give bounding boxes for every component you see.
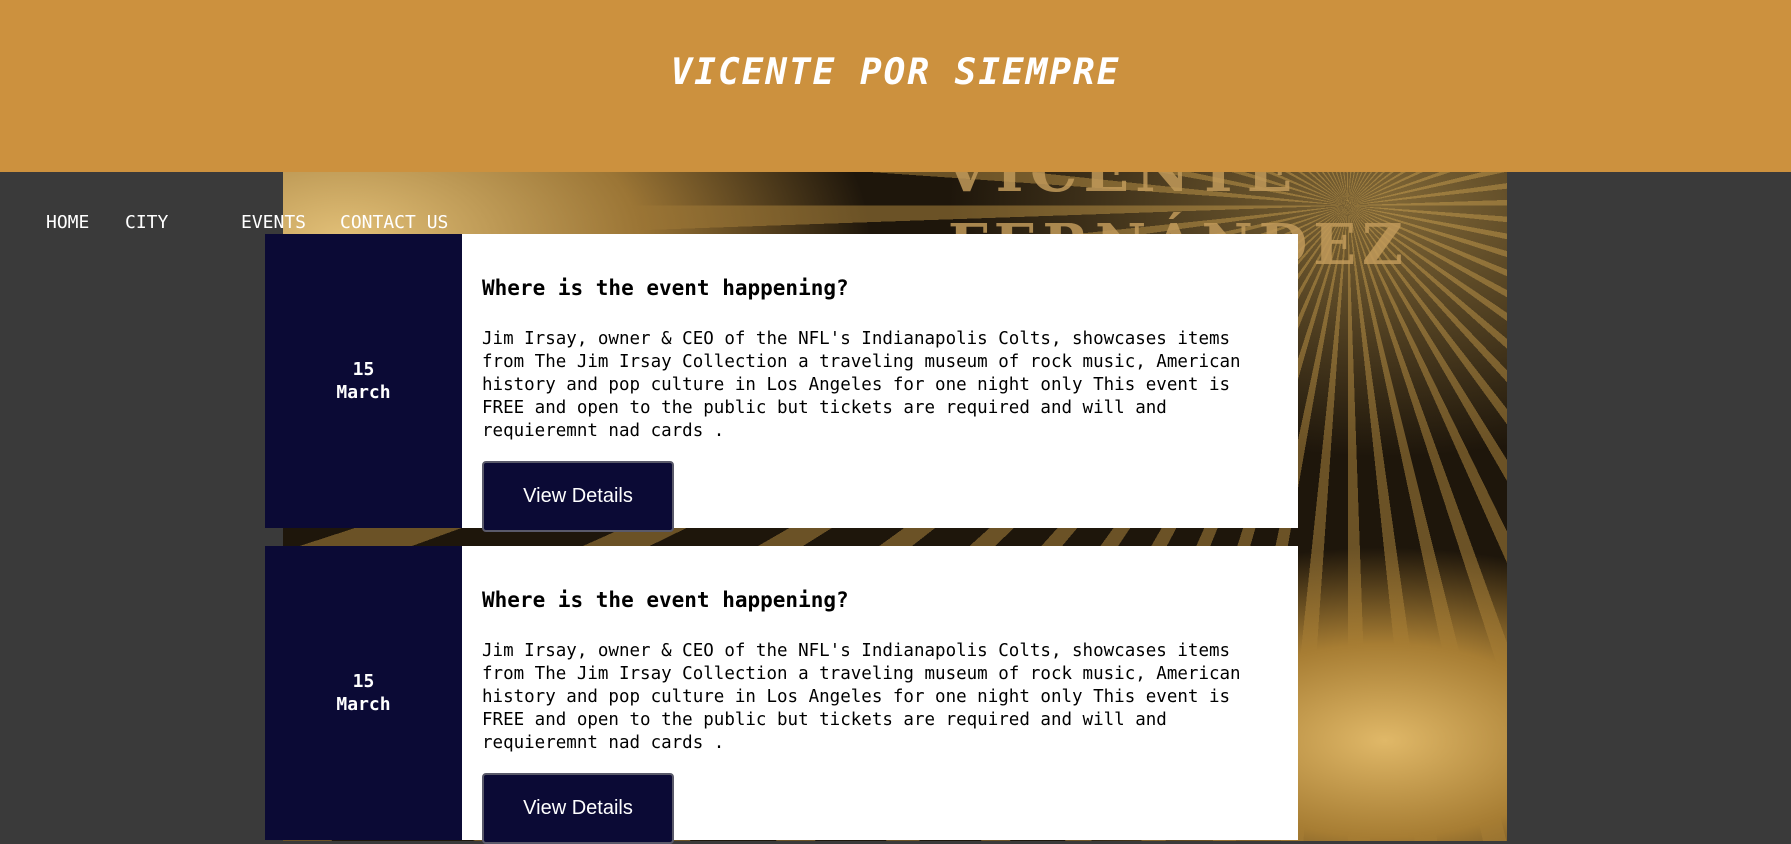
event-card: 15 March Where is the event happening? J… <box>265 234 1298 532</box>
event-date-block: 15 March <box>265 234 462 528</box>
site-title: VICENTE POR SIEMPRE <box>670 52 1121 93</box>
event-day: 15 <box>352 671 375 692</box>
event-month: March <box>336 382 391 403</box>
event-description: Jim Irsay, owner & CEO of the NFL's Indi… <box>482 641 1241 753</box>
event-description: Jim Irsay, owner & CEO of the NFL's Indi… <box>482 329 1241 441</box>
event-date-block: 15 March <box>265 546 462 840</box>
event-card: 15 March Where is the event happening? J… <box>265 546 1298 844</box>
event-month: March <box>336 694 391 715</box>
nav-item-city[interactable]: CITY <box>125 212 168 234</box>
nav-item-contact-us[interactable]: CONTACT US <box>340 212 448 234</box>
nav-item-home[interactable]: HOME <box>46 212 89 234</box>
main-nav: HOME CITY EVENTS CONTACT US <box>0 212 600 236</box>
event-title: Where is the event happening? <box>482 588 849 612</box>
hero-title-line1: VICENTE <box>943 172 1298 206</box>
event-day: 15 <box>352 359 375 380</box>
nav-item-events[interactable]: EVENTS <box>241 212 306 234</box>
site-header: VICENTE POR SIEMPRE <box>0 0 1791 172</box>
event-title: Where is the event happening? <box>482 276 849 300</box>
view-details-button[interactable]: View Details <box>482 461 674 532</box>
view-details-button[interactable]: View Details <box>482 773 674 844</box>
